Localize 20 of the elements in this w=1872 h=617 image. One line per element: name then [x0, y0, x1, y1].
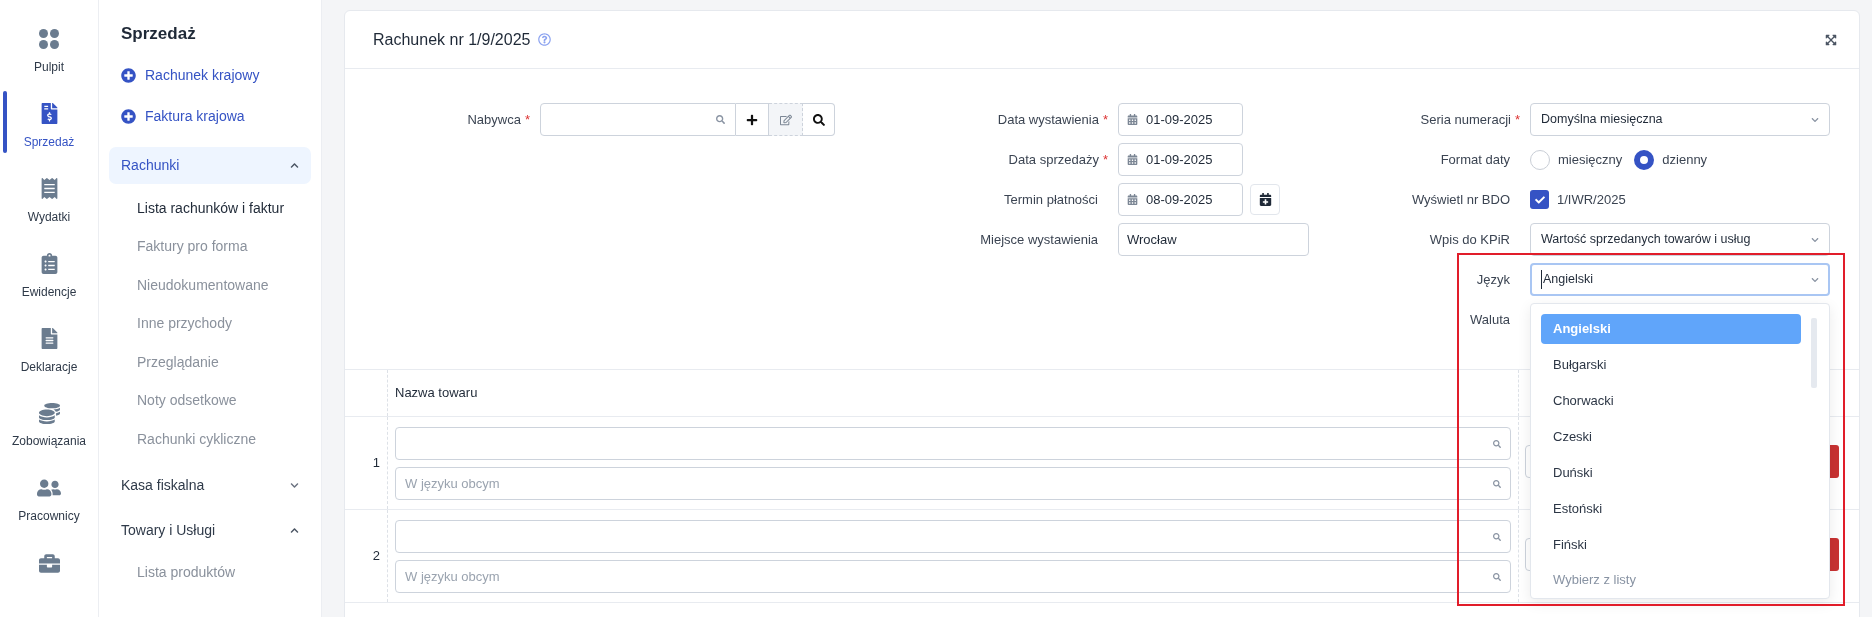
field-label: Format daty: [1440, 150, 1511, 169]
field-label: Termin płatności: [1004, 190, 1099, 209]
field-label: Waluta: [1470, 310, 1511, 329]
field-label: Język: [1476, 270, 1511, 289]
row-number: 1: [372, 454, 380, 473]
field-label: Data sprzedaży *: [1008, 150, 1108, 169]
radio-label: dzienny: [1662, 150, 1708, 169]
checkbox-label: 1/IWR/2025: [1557, 190, 1626, 209]
field-label: Miejsce wystawienia: [980, 230, 1099, 249]
field-label: Nabywca *: [467, 110, 530, 129]
field-label: Wpis do KPiR: [1429, 230, 1511, 249]
section-title: Sprzedaż: [120, 23, 197, 45]
document-title: Rachunek nr 1/9/2025: [373, 29, 531, 50]
column-header: Nazwa towaru: [395, 384, 478, 403]
dropdown-hint: Wybierz z listy: [1552, 571, 1637, 589]
field-label: Wyświetl nr BDO: [1411, 190, 1511, 209]
field-label: Seria numeracji *: [1420, 110, 1520, 129]
row-number: 2: [372, 547, 380, 566]
radio-label: miesięczny: [1558, 150, 1623, 169]
field-label: Data wystawienia *: [997, 110, 1108, 129]
